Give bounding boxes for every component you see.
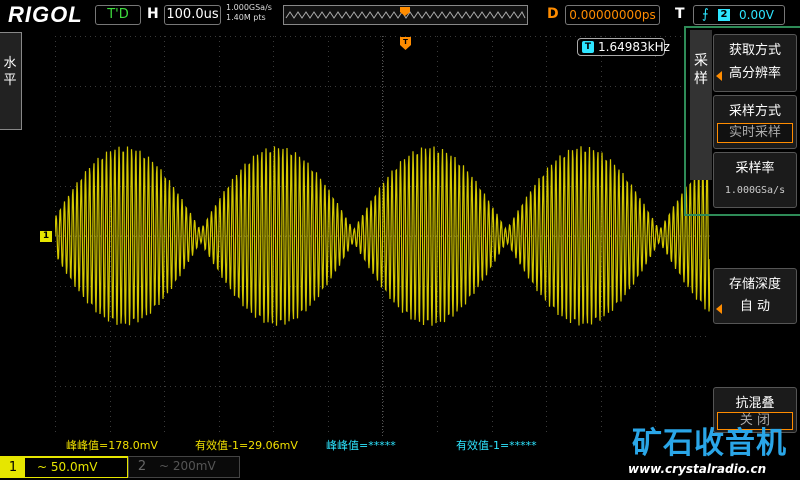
frequency-value: 1.64983kHz <box>598 40 670 54</box>
menu-sample-rate[interactable]: 采样率 1.000GSa/s <box>713 152 797 208</box>
run-state-badge[interactable]: T'D <box>95 5 141 25</box>
acquire-menu-title: 采样 <box>690 30 712 180</box>
sample-info: 1.000GSa/s 1.40M pts <box>226 3 272 23</box>
top-status-bar: RIGOL T'D H 100.0us 1.000GSa/s 1.40M pts… <box>0 0 800 30</box>
waveform-canvas <box>55 36 710 436</box>
acquire-mode-value: 高分辨率 <box>728 66 781 81</box>
memory-overview-wave <box>285 7 526 19</box>
trigger-level-value: 0.00V <box>739 8 774 22</box>
ch2-number: 2 <box>137 459 147 474</box>
measurement-rms-ch1: 有效值-1=29.06mV <box>195 439 298 452</box>
sample-rate-label: 采样率 <box>735 161 775 176</box>
ch1-trace <box>55 146 710 326</box>
memory-points-text: 1.40M pts <box>226 13 266 22</box>
ch2-scale: ~ 200mV <box>159 459 216 473</box>
ch2-status-tab[interactable]: 2 ~ 200mV <box>128 456 240 478</box>
measurement-vpp-ch1: 峰峰值=178.0mV <box>66 439 158 452</box>
trigger-label: T <box>675 6 685 22</box>
rising-edge-icon: ⨍ <box>702 7 709 22</box>
counter-icon: T <box>582 41 594 53</box>
timebase-value[interactable]: 100.0us <box>164 5 221 25</box>
ch1-number: 1 <box>1 458 25 478</box>
frequency-counter: T 1.64983kHz <box>577 38 670 56</box>
anti-aliasing-label: 抗混叠 <box>735 396 775 411</box>
memory-depth-label: 存储深度 <box>728 277 781 292</box>
measurement-vpp-ch2: 峰峰值=***** <box>326 439 396 452</box>
sampling-mode-value: 实时采样 <box>717 123 793 143</box>
trigger-status-box[interactable]: ⨍ 2 0.00V <box>693 5 785 25</box>
trigger-time-marker[interactable]: T <box>400 37 411 50</box>
delay-value[interactable]: 0.00000000ps <box>565 5 660 25</box>
ch1-scale: ~ 50.0mV <box>37 460 98 474</box>
watermark-url: www.crystalradio.cn <box>628 462 767 476</box>
acquire-mode-label: 获取方式 <box>728 43 781 58</box>
sample-rate-value: 1.000GSa/s <box>724 185 786 196</box>
measurement-rms-ch2: 有效值-1=***** <box>456 439 537 452</box>
watermark-title: 矿石收音机 <box>632 426 787 461</box>
sampling-mode-label: 采样方式 <box>728 104 781 119</box>
menu-sampling-mode[interactable]: 采样方式 实时采样 <box>713 95 797 149</box>
delay-label: D <box>547 6 559 22</box>
ch1-status-tab[interactable]: 1 ~ 50.0mV <box>0 456 128 478</box>
memory-position-bar[interactable] <box>283 5 528 25</box>
waveform-display[interactable] <box>55 36 710 436</box>
trigger-arrow-icon: T <box>400 37 411 50</box>
trigger-source-badge: 2 <box>718 9 730 21</box>
sample-rate-text: 1.000GSa/s <box>226 3 272 12</box>
brand-logo: RIGOL <box>8 2 83 27</box>
menu-acquire-mode[interactable]: 获取方式 高分辨率 <box>713 34 797 92</box>
memory-depth-value: 自 动 <box>739 299 771 314</box>
menu-memory-depth[interactable]: 存储深度 自 动 <box>713 268 797 324</box>
ch1-offset-marker[interactable]: 1 <box>40 231 52 242</box>
horizontal-menu-tab[interactable]: 水平 <box>0 32 22 130</box>
svg-text:T: T <box>403 38 408 46</box>
horizontal-label: H <box>147 6 159 22</box>
horizontal-tab-label: 水平 <box>3 56 17 88</box>
